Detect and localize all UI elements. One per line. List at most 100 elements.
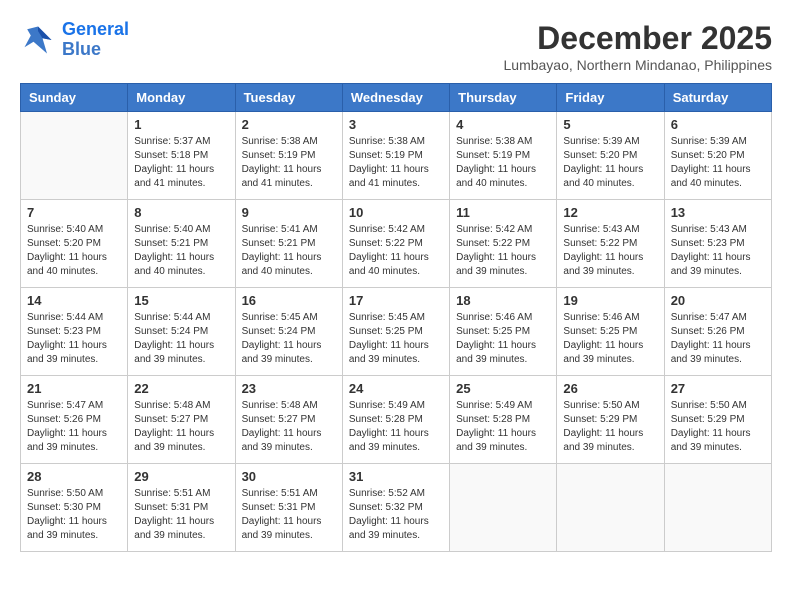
calendar-cell: 14Sunrise: 5:44 AM Sunset: 5:23 PM Dayli… <box>21 288 128 376</box>
day-number: 22 <box>134 381 228 396</box>
calendar-cell: 4 Sunrise: 5:38 AM Sunset: 5:19 PM Daylig… <box>450 112 557 200</box>
day-info: Sunrise: 5:48 AM Sunset: 5:27 PM Dayligh… <box>242 399 336 455</box>
column-header-tuesday: Tuesday <box>235 84 342 112</box>
day-info: Sunrise: 5:45 AM Sunset: 5:24 PM Dayligh… <box>242 311 336 367</box>
day-info: Sunrise: 5:42 AM Sunset: 5:22 PM Dayligh… <box>456 223 550 279</box>
calendar-cell: 15 Sunrise: 5:44 AM Sunset: 5:24 PM Dayli… <box>128 288 235 376</box>
day-number: 20 <box>671 293 765 308</box>
day-info: Sunrise: 5:41 AM Sunset: 5:21 PM Dayligh… <box>242 223 336 279</box>
calendar-week-row: 7 Sunrise: 5:40 AM Sunset: 5:20 PM Daylig… <box>21 200 772 288</box>
calendar-cell: 23 Sunrise: 5:48 AM Sunset: 5:27 PM Dayli… <box>235 376 342 464</box>
day-number: 3 <box>349 117 443 132</box>
calendar-cell: 2Sunrise: 5:38 AM Sunset: 5:19 PM Daylig… <box>235 112 342 200</box>
page-header: General Blue December 2025 Lumbayao, Nor… <box>20 20 772 73</box>
calendar-cell: 12 Sunrise: 5:43 AM Sunset: 5:22 PM Dayli… <box>557 200 664 288</box>
day-info: Sunrise: 5:49 AM Sunset: 5:28 PM Dayligh… <box>349 399 443 455</box>
day-info: Sunrise: 5:51 AM Sunset: 5:31 PM Dayligh… <box>242 487 336 543</box>
calendar-cell <box>557 464 664 552</box>
calendar-cell: 17Sunrise: 5:45 AM Sunset: 5:25 PM Dayli… <box>342 288 449 376</box>
calendar-cell: 28 Sunrise: 5:50 AM Sunset: 5:30 PM Dayli… <box>21 464 128 552</box>
logo-icon <box>20 22 56 58</box>
column-header-friday: Friday <box>557 84 664 112</box>
day-number: 13 <box>671 205 765 220</box>
column-header-sunday: Sunday <box>21 84 128 112</box>
calendar-cell: 29 Sunrise: 5:51 AM Sunset: 5:31 PM Dayli… <box>128 464 235 552</box>
day-info: Sunrise: 5:48 AM Sunset: 5:27 PM Dayligh… <box>134 399 228 455</box>
column-header-wednesday: Wednesday <box>342 84 449 112</box>
day-number: 1 <box>134 117 228 132</box>
calendar-week-row: 1 Sunrise: 5:37 AM Sunset: 5:18 PM Daylig… <box>21 112 772 200</box>
calendar-week-row: 14Sunrise: 5:44 AM Sunset: 5:23 PM Dayli… <box>21 288 772 376</box>
calendar-table: SundayMondayTuesdayWednesdayThursdayFrid… <box>20 83 772 552</box>
calendar-cell: 19Sunrise: 5:46 AM Sunset: 5:25 PM Dayli… <box>557 288 664 376</box>
day-info: Sunrise: 5:37 AM Sunset: 5:18 PM Dayligh… <box>134 135 228 191</box>
day-number: 8 <box>134 205 228 220</box>
calendar-header-row: SundayMondayTuesdayWednesdayThursdayFrid… <box>21 84 772 112</box>
day-number: 27 <box>671 381 765 396</box>
day-number: 10 <box>349 205 443 220</box>
calendar-cell <box>450 464 557 552</box>
calendar-cell: 31Sunrise: 5:52 AM Sunset: 5:32 PM Dayli… <box>342 464 449 552</box>
calendar-cell: 21 Sunrise: 5:47 AM Sunset: 5:26 PM Dayli… <box>21 376 128 464</box>
day-number: 26 <box>563 381 657 396</box>
calendar-cell: 13 Sunrise: 5:43 AM Sunset: 5:23 PM Dayli… <box>664 200 771 288</box>
calendar-cell: 7 Sunrise: 5:40 AM Sunset: 5:20 PM Daylig… <box>21 200 128 288</box>
calendar-cell: 18Sunrise: 5:46 AM Sunset: 5:25 PM Dayli… <box>450 288 557 376</box>
calendar-cell: 22 Sunrise: 5:48 AM Sunset: 5:27 PM Dayli… <box>128 376 235 464</box>
day-info: Sunrise: 5:49 AM Sunset: 5:28 PM Dayligh… <box>456 399 550 455</box>
day-info: Sunrise: 5:46 AM Sunset: 5:25 PM Dayligh… <box>563 311 657 367</box>
location-subtitle: Lumbayao, Northern Mindanao, Philippines <box>504 57 773 73</box>
column-header-monday: Monday <box>128 84 235 112</box>
day-number: 4 <box>456 117 550 132</box>
day-info: Sunrise: 5:43 AM Sunset: 5:22 PM Dayligh… <box>563 223 657 279</box>
day-number: 24 <box>349 381 443 396</box>
calendar-cell <box>664 464 771 552</box>
day-number: 17 <box>349 293 443 308</box>
column-header-thursday: Thursday <box>450 84 557 112</box>
day-info: Sunrise: 5:46 AM Sunset: 5:25 PM Dayligh… <box>456 311 550 367</box>
day-info: Sunrise: 5:51 AM Sunset: 5:31 PM Dayligh… <box>134 487 228 543</box>
day-number: 30 <box>242 469 336 484</box>
day-number: 12 <box>563 205 657 220</box>
day-number: 29 <box>134 469 228 484</box>
day-info: Sunrise: 5:42 AM Sunset: 5:22 PM Dayligh… <box>349 223 443 279</box>
calendar-week-row: 28 Sunrise: 5:50 AM Sunset: 5:30 PM Dayli… <box>21 464 772 552</box>
calendar-cell: 27Sunrise: 5:50 AM Sunset: 5:29 PM Dayli… <box>664 376 771 464</box>
month-title: December 2025 <box>504 20 773 57</box>
day-info: Sunrise: 5:40 AM Sunset: 5:21 PM Dayligh… <box>134 223 228 279</box>
day-number: 31 <box>349 469 443 484</box>
calendar-cell: 30 Sunrise: 5:51 AM Sunset: 5:31 PM Dayli… <box>235 464 342 552</box>
calendar-cell <box>21 112 128 200</box>
day-number: 5 <box>563 117 657 132</box>
day-number: 14 <box>27 293 121 308</box>
day-info: Sunrise: 5:38 AM Sunset: 5:19 PM Dayligh… <box>349 135 443 191</box>
day-info: Sunrise: 5:39 AM Sunset: 5:20 PM Dayligh… <box>563 135 657 191</box>
calendar-cell: 6Sunrise: 5:39 AM Sunset: 5:20 PM Daylig… <box>664 112 771 200</box>
day-number: 15 <box>134 293 228 308</box>
calendar-cell: 3 Sunrise: 5:38 AM Sunset: 5:19 PM Daylig… <box>342 112 449 200</box>
calendar-cell: 26 Sunrise: 5:50 AM Sunset: 5:29 PM Dayli… <box>557 376 664 464</box>
day-info: Sunrise: 5:40 AM Sunset: 5:20 PM Dayligh… <box>27 223 121 279</box>
day-info: Sunrise: 5:38 AM Sunset: 5:19 PM Dayligh… <box>456 135 550 191</box>
day-info: Sunrise: 5:43 AM Sunset: 5:23 PM Dayligh… <box>671 223 765 279</box>
day-number: 21 <box>27 381 121 396</box>
day-number: 23 <box>242 381 336 396</box>
logo-text: General Blue <box>62 20 129 60</box>
calendar-cell: 5 Sunrise: 5:39 AM Sunset: 5:20 PM Daylig… <box>557 112 664 200</box>
calendar-cell: 20Sunrise: 5:47 AM Sunset: 5:26 PM Dayli… <box>664 288 771 376</box>
title-area: December 2025 Lumbayao, Northern Mindana… <box>504 20 773 73</box>
day-info: Sunrise: 5:47 AM Sunset: 5:26 PM Dayligh… <box>27 399 121 455</box>
calendar-cell: 8 Sunrise: 5:40 AM Sunset: 5:21 PM Daylig… <box>128 200 235 288</box>
day-number: 28 <box>27 469 121 484</box>
day-info: Sunrise: 5:50 AM Sunset: 5:30 PM Dayligh… <box>27 487 121 543</box>
calendar-cell: 11Sunrise: 5:42 AM Sunset: 5:22 PM Dayli… <box>450 200 557 288</box>
day-info: Sunrise: 5:39 AM Sunset: 5:20 PM Dayligh… <box>671 135 765 191</box>
day-info: Sunrise: 5:44 AM Sunset: 5:24 PM Dayligh… <box>134 311 228 367</box>
calendar-cell: 1 Sunrise: 5:37 AM Sunset: 5:18 PM Daylig… <box>128 112 235 200</box>
day-number: 7 <box>27 205 121 220</box>
calendar-cell: 10 Sunrise: 5:42 AM Sunset: 5:22 PM Dayli… <box>342 200 449 288</box>
day-info: Sunrise: 5:50 AM Sunset: 5:29 PM Dayligh… <box>563 399 657 455</box>
column-header-saturday: Saturday <box>664 84 771 112</box>
calendar-cell: 9Sunrise: 5:41 AM Sunset: 5:21 PM Daylig… <box>235 200 342 288</box>
calendar-cell: 24 Sunrise: 5:49 AM Sunset: 5:28 PM Dayli… <box>342 376 449 464</box>
